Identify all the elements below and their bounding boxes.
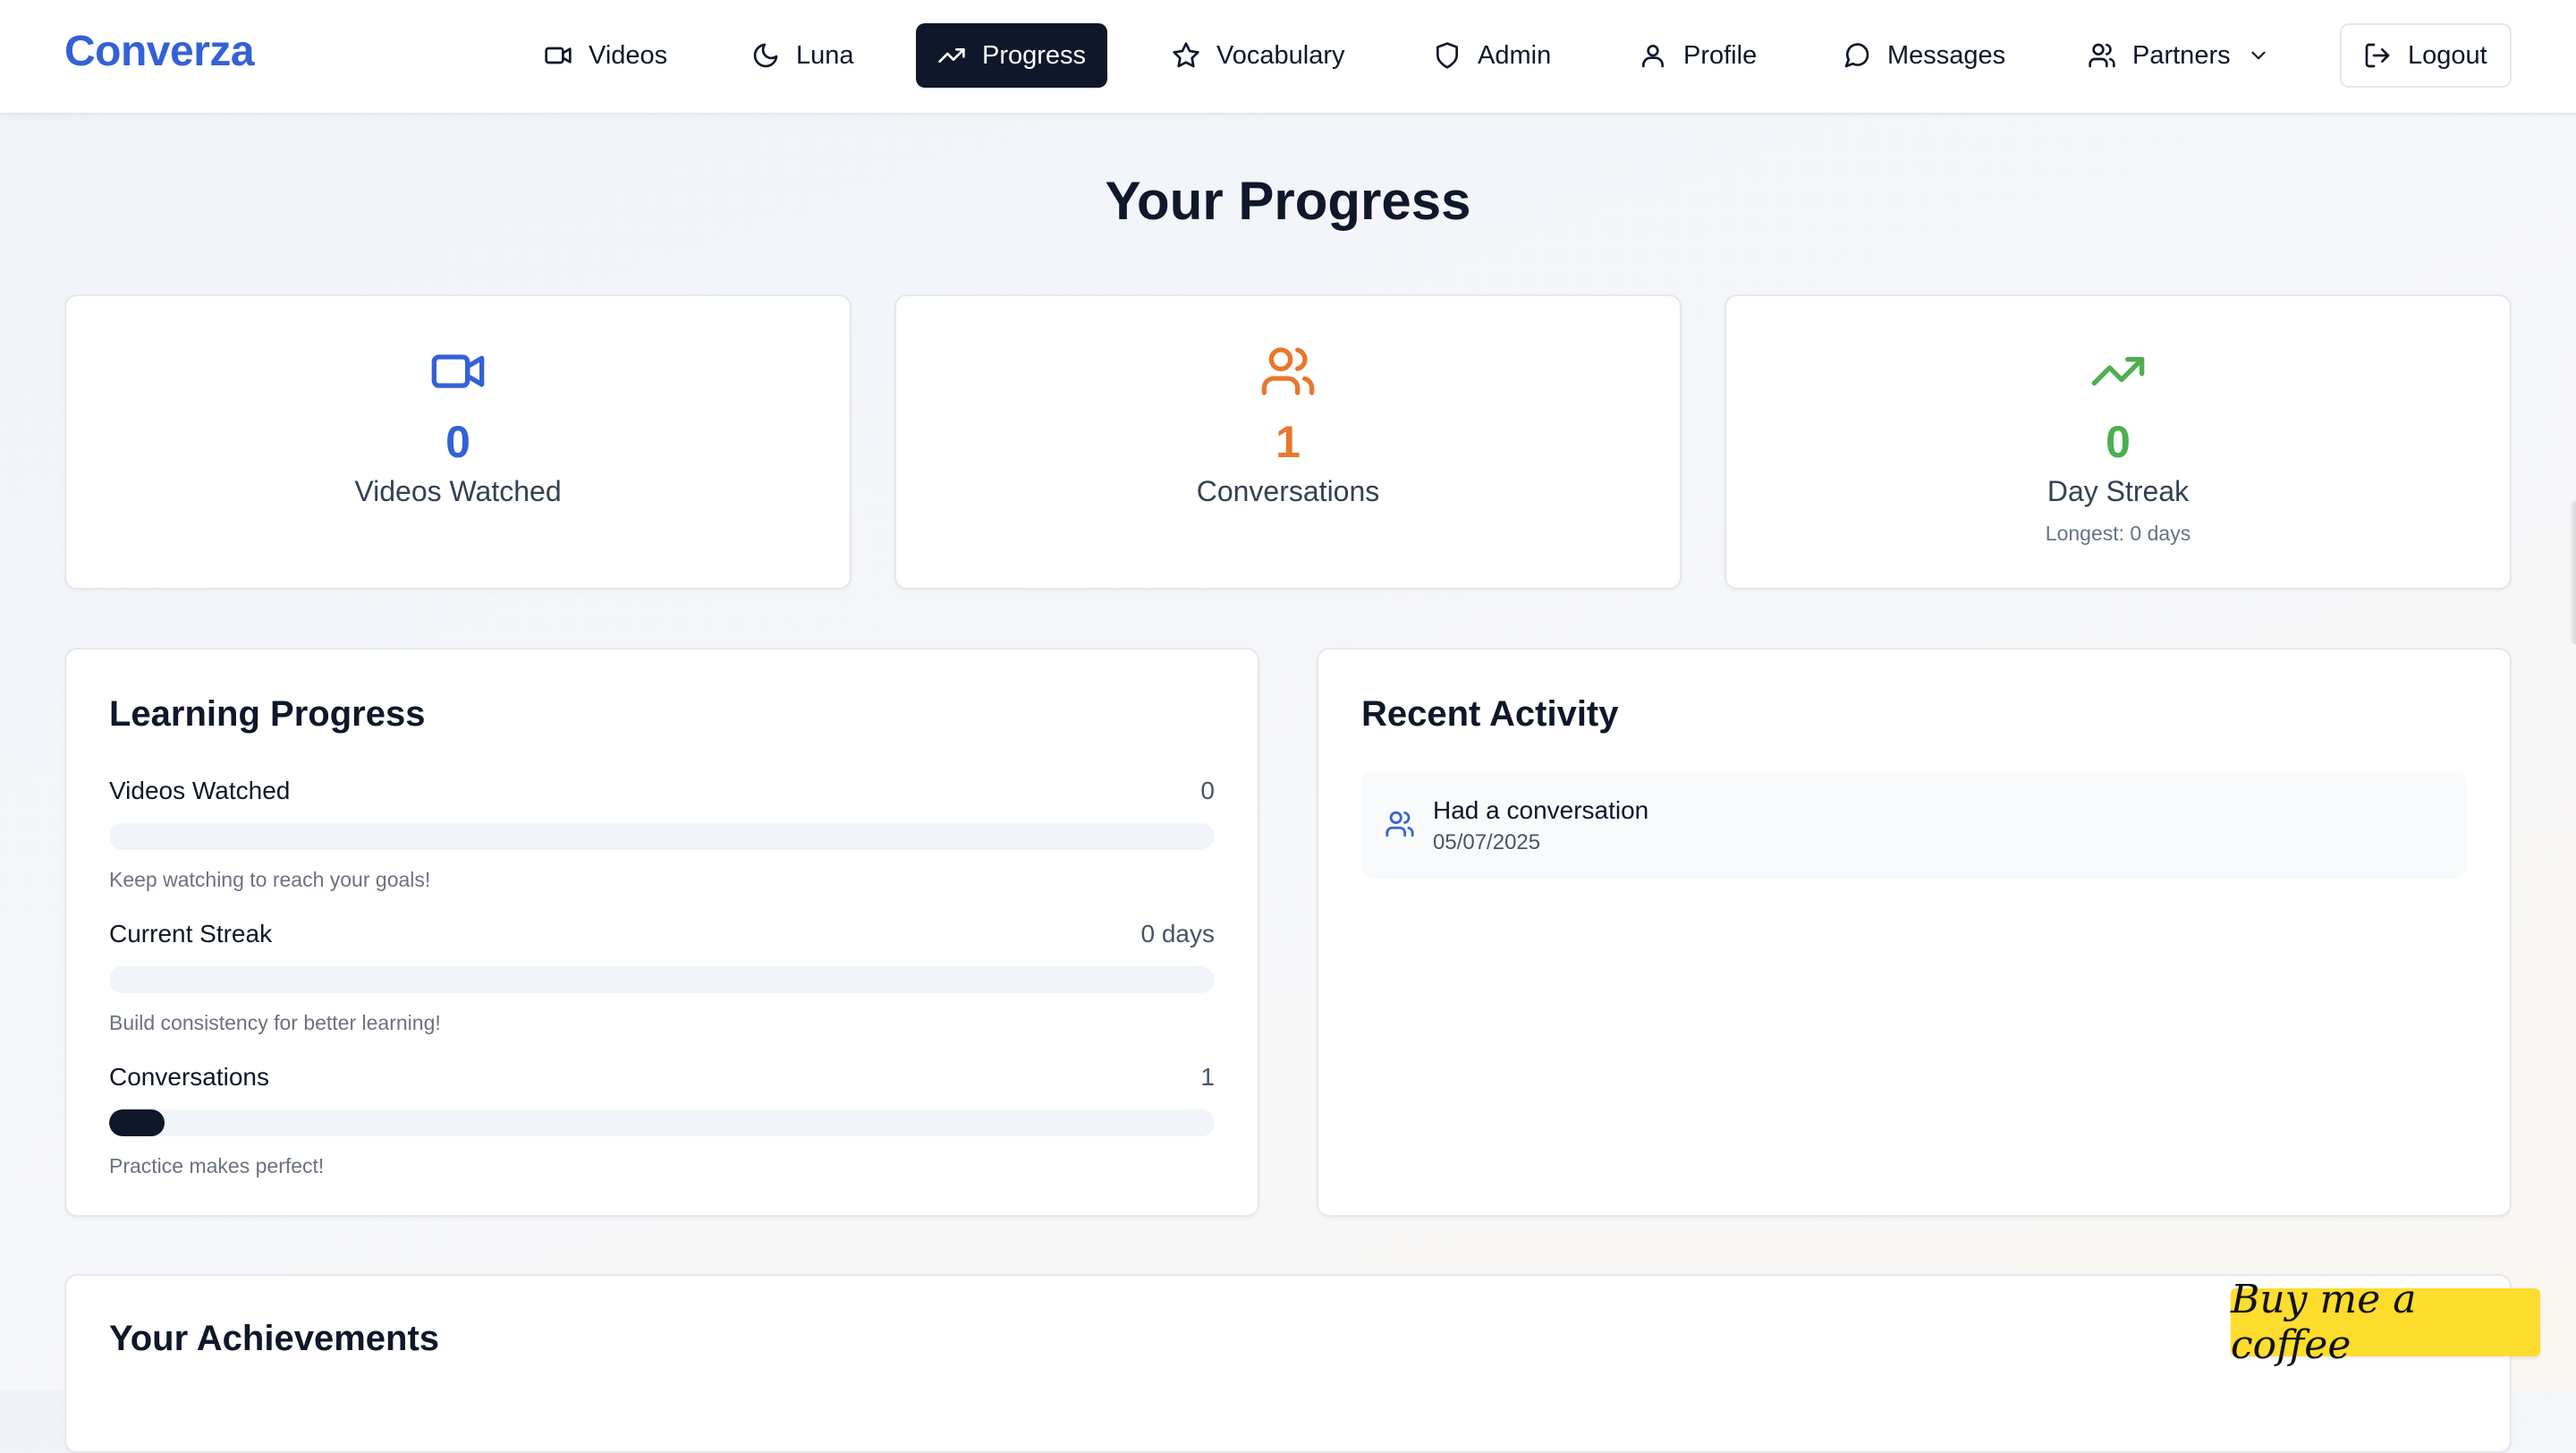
stat-card-videos: 0 Videos Watched xyxy=(64,294,852,590)
moon-icon xyxy=(753,43,778,68)
nav-item-vocabulary[interactable]: Vocabulary xyxy=(1150,23,1367,88)
progress-bar xyxy=(109,823,1215,850)
message-circle-icon xyxy=(1844,43,1869,68)
panel-title: Recent Activity xyxy=(1361,694,1619,734)
nav-label: Progress xyxy=(982,40,1087,70)
progress-value: 0 xyxy=(1200,777,1215,804)
progress-fill xyxy=(109,1109,165,1136)
side-tab-handle[interactable] xyxy=(2569,501,2576,644)
progress-bar xyxy=(109,966,1215,993)
stat-value: 1 xyxy=(1275,417,1301,467)
progress-name: Conversations xyxy=(109,1063,269,1091)
nav-item-admin[interactable]: Admin xyxy=(1411,23,1572,88)
stat-value: 0 xyxy=(2106,417,2131,467)
user-icon xyxy=(1642,45,1664,68)
progress-value: 0 days xyxy=(1140,920,1216,947)
nav-label: Profile xyxy=(1683,40,1758,70)
progress-hint: Keep watching to reach your goals! xyxy=(109,868,431,891)
panel-title: Learning Progress xyxy=(109,694,426,734)
top-navbar: Converza Videos Luna Progress Vocabulary… xyxy=(0,0,2576,115)
progress-hint: Practice makes perfect! xyxy=(109,1154,325,1177)
nav-item-messages[interactable]: Messages xyxy=(1821,23,2027,88)
stat-label: Conversations xyxy=(1196,475,1380,507)
users-icon xyxy=(1385,811,1414,837)
nav-item-profile[interactable]: Profile xyxy=(1617,23,1778,88)
nav-label: Luna xyxy=(796,40,854,70)
progress-value: 1 xyxy=(1200,1063,1215,1091)
brand-logo[interactable]: Converza xyxy=(64,27,255,76)
shield-icon xyxy=(1436,42,1458,69)
nav-label: Vocabulary xyxy=(1216,40,1345,70)
logout-icon xyxy=(2365,43,2390,68)
nav-label: Videos xyxy=(589,40,668,70)
activity-title: Had a conversation xyxy=(1433,796,1649,824)
progress-name: Current Streak xyxy=(109,920,273,947)
stat-label: Videos Watched xyxy=(354,475,562,507)
activity-item[interactable]: Had a conversation 05/07/2025 xyxy=(1361,771,2467,879)
video-icon xyxy=(431,354,485,388)
progress-bar xyxy=(109,1109,1215,1136)
recent-activity-panel: Recent Activity Had a conversation 05/07… xyxy=(1317,648,2512,1217)
progress-hint: Build consistency for better learning! xyxy=(109,1011,441,1034)
stat-card-streak: 0 Day Streak Longest: 0 days xyxy=(1724,294,2512,590)
nav-label: Admin xyxy=(1478,40,1552,70)
nav-item-videos[interactable]: Videos xyxy=(522,23,689,88)
nav-item-partners[interactable]: Partners xyxy=(2066,23,2292,88)
stat-sublabel: Longest: 0 days xyxy=(2045,522,2191,545)
achievements-panel: Your Achievements xyxy=(64,1274,2512,1453)
video-icon xyxy=(545,47,572,64)
nav-label: Messages xyxy=(1887,40,2006,70)
progress-name: Videos Watched xyxy=(109,777,291,804)
logout-label: Logout xyxy=(2408,40,2487,70)
panel-title: Your Achievements xyxy=(109,1319,440,1358)
users-icon xyxy=(1261,347,1315,395)
buy-me-a-coffee-button[interactable]: Buy me a coffee xyxy=(2231,1277,2540,1368)
stat-label: Day Streak xyxy=(2046,475,2190,507)
nav-label: Partners xyxy=(2132,40,2231,70)
learning-progress-panel: Learning Progress Videos Watched 0 Keep … xyxy=(64,648,1259,1217)
page-title: Your Progress xyxy=(1105,171,1471,231)
users-icon xyxy=(2089,43,2115,68)
trending-up-icon xyxy=(938,47,965,63)
chevron-down-icon xyxy=(2251,51,2266,60)
trending-up-icon xyxy=(2091,357,2145,386)
stat-value: 0 xyxy=(445,417,470,467)
logout-button[interactable]: Logout xyxy=(2340,23,2512,88)
star-icon xyxy=(1173,42,1199,68)
activity-date: 05/07/2025 xyxy=(1433,830,1541,854)
stat-card-conversations: 1 Conversations xyxy=(894,294,1682,590)
nav-item-progress[interactable]: Progress xyxy=(916,23,1108,88)
nav-item-luna[interactable]: Luna xyxy=(730,23,876,88)
